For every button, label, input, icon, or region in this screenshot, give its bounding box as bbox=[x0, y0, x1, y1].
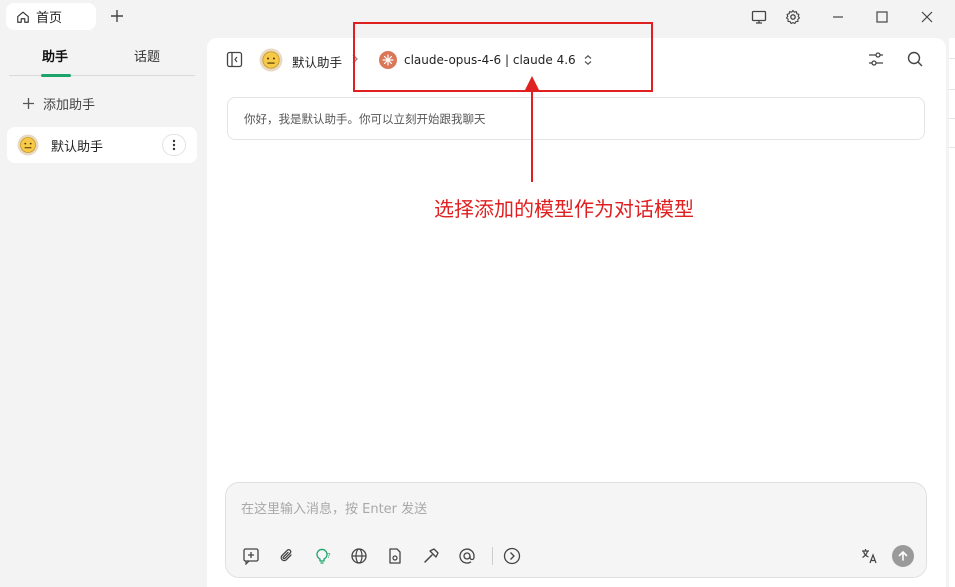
add-assistant-button[interactable]: 添加助手 bbox=[22, 94, 95, 113]
chat-panel: 默认助手 claude-opus-4-6 | claude 4.6 你好，我是默… bbox=[207, 38, 946, 587]
composer-toolbar: ? bbox=[240, 545, 537, 567]
svg-text:?: ? bbox=[327, 552, 331, 560]
new-topic-icon[interactable] bbox=[240, 545, 262, 567]
globe-icon[interactable] bbox=[348, 545, 370, 567]
settings-sliders-icon[interactable] bbox=[867, 50, 885, 68]
sidebar-toggle-icon[interactable] bbox=[226, 51, 243, 68]
avatar bbox=[17, 134, 39, 156]
tab-home-label: 首页 bbox=[36, 11, 63, 26]
sidebar-item-default-assistant[interactable]: 默认助手 bbox=[7, 127, 197, 163]
monitor-icon[interactable] bbox=[748, 6, 770, 28]
tab-assistants[interactable]: 助手 bbox=[25, 46, 85, 65]
home-icon bbox=[16, 10, 30, 24]
close-button[interactable] bbox=[916, 6, 938, 28]
document-icon[interactable] bbox=[384, 545, 406, 567]
send-button[interactable] bbox=[892, 545, 914, 567]
avatar[interactable] bbox=[259, 48, 283, 72]
attachment-icon[interactable] bbox=[276, 545, 298, 567]
new-tab-button[interactable] bbox=[108, 7, 126, 25]
sidebar-tabs: 助手 话题 bbox=[9, 38, 195, 77]
annotation-highlight-box bbox=[353, 22, 653, 92]
more-options-button[interactable] bbox=[162, 134, 186, 156]
plus-icon bbox=[22, 97, 35, 110]
message-composer[interactable]: 在这里输入消息，按 Enter 发送 ? bbox=[225, 482, 927, 578]
right-edge-panel bbox=[949, 38, 955, 587]
header-assistant-name[interactable]: 默认助手 bbox=[292, 52, 342, 71]
toolbar-divider bbox=[492, 547, 493, 565]
hammer-icon[interactable] bbox=[420, 545, 442, 567]
sidebar: 助手 话题 添加助手 默认助手 bbox=[0, 38, 205, 587]
maximize-button[interactable] bbox=[871, 6, 893, 28]
at-mention-icon[interactable] bbox=[456, 545, 478, 567]
gear-icon[interactable] bbox=[782, 6, 804, 28]
message-input[interactable]: 在这里输入消息，按 Enter 发送 bbox=[241, 498, 427, 517]
annotation-arrow bbox=[522, 72, 542, 184]
composer-actions bbox=[858, 545, 914, 567]
translate-icon[interactable] bbox=[858, 545, 880, 567]
annotation-text: 选择添加的模型作为对话模型 bbox=[434, 197, 694, 221]
minimize-button[interactable] bbox=[827, 6, 849, 28]
expand-arrow-icon[interactable] bbox=[501, 545, 523, 567]
assistant-name: 默认助手 bbox=[51, 139, 104, 155]
search-icon[interactable] bbox=[906, 50, 924, 68]
active-tab-indicator bbox=[41, 74, 71, 77]
tab-home[interactable]: 首页 bbox=[6, 3, 96, 30]
tab-topics[interactable]: 话题 bbox=[117, 46, 177, 65]
welcome-message: 你好，我是默认助手。你可以立刻开始跟我聊天 bbox=[227, 97, 925, 140]
add-assistant-label: 添加助手 bbox=[43, 98, 96, 113]
lightbulb-icon[interactable]: ? bbox=[312, 545, 334, 567]
